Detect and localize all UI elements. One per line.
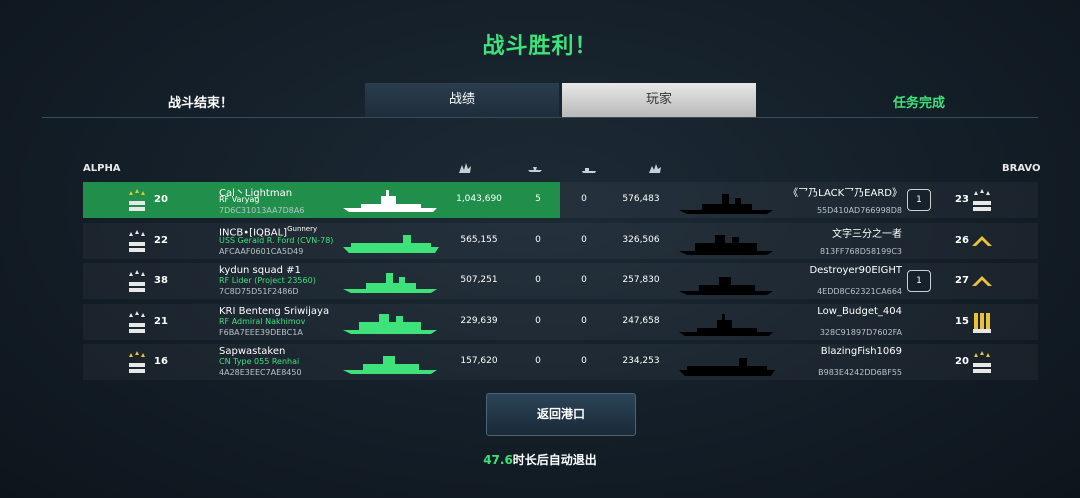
- damage-value: 565,155: [460, 235, 498, 245]
- team-alpha-label: ALPHA: [83, 163, 121, 174]
- player-name-text: Sapwastaken: [219, 346, 286, 357]
- damage-received-value: 576,483: [622, 194, 660, 204]
- enemy-player-name[interactable]: 《乛乃LACK乛乃EARD》: [788, 184, 902, 199]
- enemy-squad-badge: 1: [907, 270, 931, 292]
- ship-silhouette-icon: [343, 235, 439, 253]
- assists-value: 0: [581, 275, 587, 285]
- damage-taken-icon: [649, 164, 661, 173]
- damage-received-value: 326,506: [622, 235, 660, 245]
- damage-icon: [459, 163, 471, 173]
- ship-name: USS Gerald R. Ford (CVN-78): [219, 236, 334, 245]
- damage-received-value: 247,658: [622, 316, 660, 326]
- enemy-ship-silhouette-icon: [679, 314, 773, 336]
- player-id: AFCAAF0601CA5D49: [219, 247, 304, 256]
- gold-stars-insignia-icon: [973, 351, 991, 373]
- player-role-tag: Gunnery: [287, 225, 318, 233]
- enemy-player-level: 23: [955, 194, 969, 205]
- ship-silhouette-icon: [343, 314, 437, 334]
- ship-silhouette-icon: [343, 273, 437, 293]
- enemy-player-level: 26: [955, 235, 969, 246]
- ship-name: CN Type 055 Renhai: [219, 357, 300, 366]
- enemy-player-name[interactable]: Destroyer90EIGHT: [809, 265, 902, 276]
- assists-value: 0: [581, 316, 587, 326]
- assists-value: 0: [581, 235, 587, 245]
- damage-value: 229,639: [460, 316, 498, 326]
- damage-received-value: 234,253: [622, 356, 660, 366]
- chevron-star-insignia-icon: [972, 276, 992, 286]
- assists-value: 0: [581, 356, 587, 366]
- ship-name: RF Lider (Project 23560): [219, 276, 316, 285]
- enemy-player-id: 813FF768D58199C3: [819, 247, 902, 256]
- enemy-player-level: 27: [955, 275, 969, 286]
- team-bravo-label: BRAVO: [1002, 163, 1041, 174]
- scoreboard-row: 38 kydun squad #1 RF Lider (Project 23560)…: [83, 263, 1038, 299]
- player-id: F6BA7EEE39DEBC1A: [219, 328, 303, 337]
- enemy-ship-silhouette-icon: [679, 194, 773, 214]
- enemy-player-level: 15: [955, 316, 969, 327]
- damage-value: 507,251: [460, 275, 498, 285]
- player-name-text: KRI Benteng Sriwijaya: [219, 306, 330, 317]
- bar-insignia-icon: [129, 270, 145, 292]
- player-id: 4A28E3EEC7AE8450: [219, 368, 302, 377]
- tab-stats[interactable]: 战绩: [365, 83, 559, 117]
- player-id: 7D6C31013AA7D8A6: [219, 206, 305, 215]
- enemy-player-name[interactable]: BlazingFish1069: [821, 346, 902, 357]
- player-name[interactable]: kydun squad #1: [219, 265, 301, 276]
- victory-title: 战斗胜利！: [482, 34, 598, 59]
- ship-name: RF Varyag: [219, 195, 260, 204]
- scoreboard-row: 21 KRI Benteng Sriwijaya RF Admiral Nakhim…: [83, 304, 1038, 340]
- assists-value: 0: [581, 194, 587, 204]
- countdown-text: 时长后自动退出: [512, 453, 597, 467]
- damage-value: 157,620: [460, 356, 498, 366]
- mission-complete-label: 任务完成: [893, 96, 946, 111]
- gold-chevron-insignia-icon: [972, 236, 992, 246]
- ship-name: RF Admiral Nakhimov: [219, 317, 306, 326]
- player-level: 22: [154, 235, 168, 246]
- two-stars-insignia-icon: [129, 230, 145, 252]
- ship-silhouette-icon: [343, 190, 437, 212]
- enemy-player-id: 328C91897D7602FA: [819, 328, 902, 337]
- enemy-player-name[interactable]: Low_Budget_404: [817, 306, 902, 317]
- damage-value: 1,043,690: [456, 194, 502, 204]
- scoreboard-row: 20 Cal丶Lightman RF Varyag 7D6C31013AA7D8A6 1…: [83, 182, 1038, 218]
- enemy-ship-silhouette-icon: [679, 235, 773, 255]
- player-name[interactable]: KRI Benteng Sriwijaya: [219, 306, 329, 317]
- enemy-player-id: 55D410AD766998D8: [816, 206, 902, 215]
- player-name-text: kydun squad #1: [219, 265, 301, 276]
- player-level: 20: [154, 194, 168, 205]
- player-level: 38: [154, 275, 168, 286]
- enemy-player-id: 4EDD8C62321CA664: [817, 287, 902, 296]
- player-level: 21: [154, 316, 168, 327]
- enemy-player-name[interactable]: 文字三分之一者: [832, 225, 902, 240]
- auto-exit-countdown: 47.6时长后自动退出: [0, 451, 1080, 468]
- plane-icon: [528, 167, 542, 172]
- countdown-value: 47.6: [483, 453, 513, 467]
- header-divider: [42, 117, 1038, 118]
- gold-chevrons-insignia-icon: [973, 313, 991, 333]
- player-id: 7C8D75D51F2486D: [219, 287, 299, 296]
- enemy-player-level: 20: [955, 356, 969, 367]
- tab-players[interactable]: 玩家: [562, 83, 756, 117]
- enemy-squad-badge: 1: [907, 189, 931, 211]
- submarine-icon: [582, 168, 596, 173]
- damage-received-value: 257,830: [622, 275, 660, 285]
- three-stars-insignia-icon: [973, 189, 991, 211]
- gold-chevrons-insignia-icon: [129, 351, 145, 373]
- enemy-ship-silhouette-icon: [679, 277, 773, 295]
- star-wings-insignia-icon: [129, 311, 145, 333]
- scoreboard-row: 16 Sapwastaken CN Type 055 Renhai 4A28E3EEC…: [83, 344, 1038, 380]
- enemy-player-id: B983E4242DD6BF55: [818, 368, 902, 377]
- player-name[interactable]: Sapwastaken: [219, 346, 285, 357]
- player-level: 16: [154, 356, 168, 367]
- battle-over-label: 战斗结束！: [168, 96, 234, 111]
- ship-silhouette-icon: [343, 356, 437, 374]
- gold-stars-insignia-icon: [129, 189, 145, 211]
- scoreboard-row: 22 INCB•[IQBAL]Gunnery USS Gerald R. Ford …: [83, 223, 1038, 259]
- return-to-port-button[interactable]: 返回港口: [486, 393, 636, 436]
- enemy-ship-silhouette-icon: [679, 358, 775, 376]
